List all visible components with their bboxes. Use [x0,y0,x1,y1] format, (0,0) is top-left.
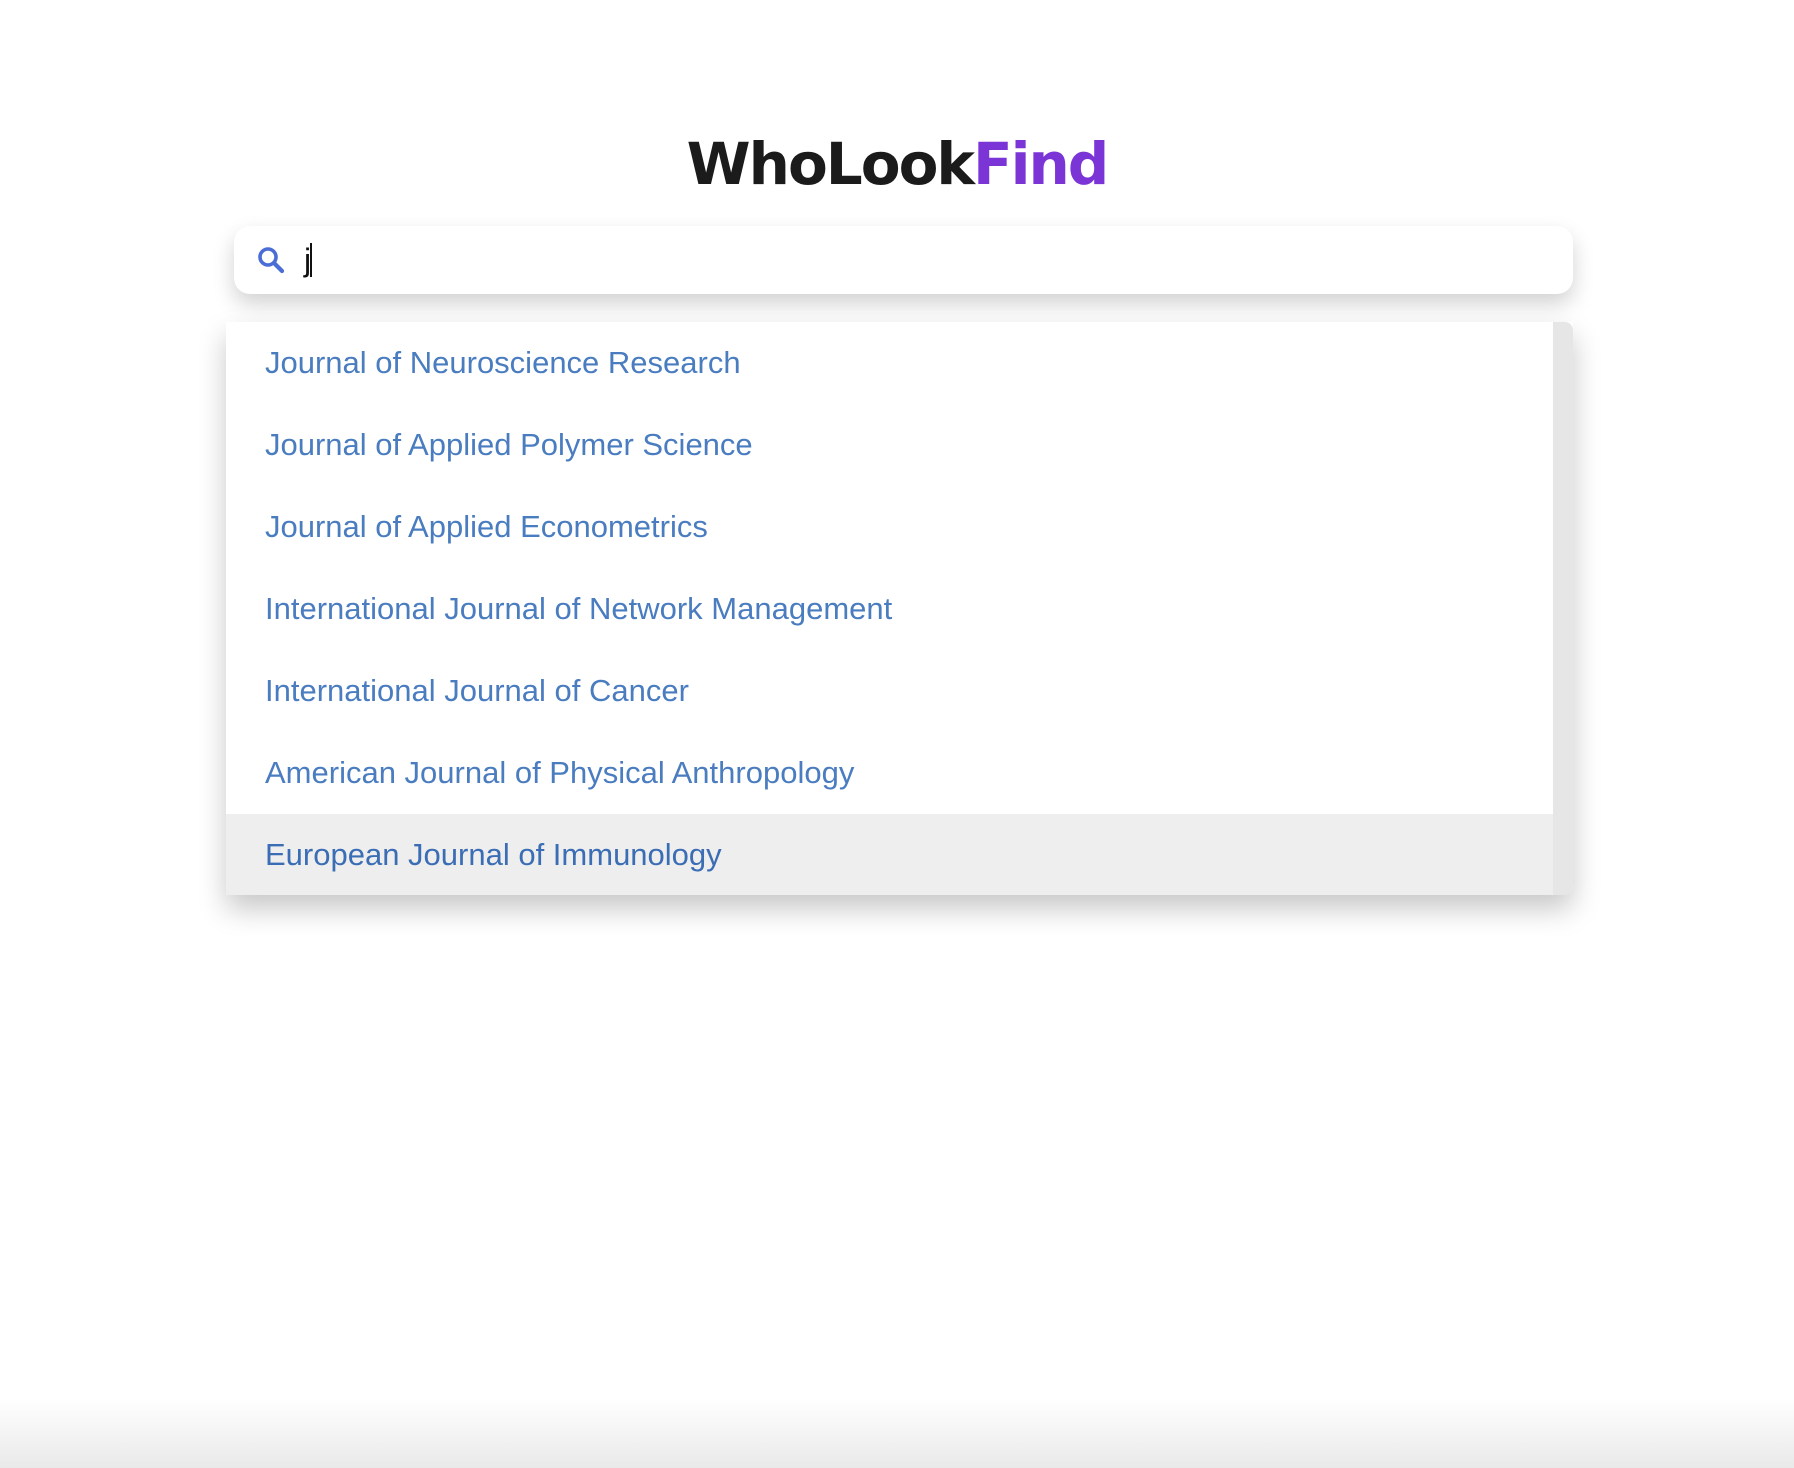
suggestion-label: Journal of Applied Econometrics [265,509,708,544]
search-input[interactable]: j [304,242,1573,279]
page: WhoLookFind j Journal of Neuroscience Re… [0,0,1794,1468]
suggestions-dropdown: Journal of Neuroscience Research Journal… [226,322,1573,895]
logo-text-primary: WhoLook [686,130,975,198]
suggestion-item[interactable]: Journal of Applied Polymer Science [226,404,1553,486]
suggestion-item[interactable]: International Journal of Cancer [226,650,1553,732]
suggestion-item[interactable]: Journal of Applied Econometrics [226,486,1553,568]
search-bar[interactable]: j [234,226,1573,294]
suggestion-label: International Journal of Cancer [265,673,689,708]
suggestion-item[interactable]: American Journal of Physical Anthropolog… [226,732,1553,814]
search-icon[interactable] [256,245,286,275]
logo: WhoLookFind [0,128,1794,200]
suggestions-list: Journal of Neuroscience Research Journal… [226,322,1553,895]
text-caret [310,243,313,277]
suggestion-label: Journal of Applied Polymer Science [265,427,753,462]
suggestion-item[interactable]: Journal of Neuroscience Research [226,322,1553,404]
logo-text-accent: Find [973,130,1109,198]
dropdown-scrollbar[interactable] [1553,322,1573,895]
suggestion-label: Journal of Neuroscience Research [265,345,741,380]
suggestion-label: American Journal of Physical Anthropolog… [265,755,855,790]
suggestion-label: International Journal of Network Managem… [265,591,893,626]
bottom-fade [0,1398,1794,1468]
suggestion-label: European Journal of Immunology [265,837,722,872]
suggestion-item[interactable]: International Journal of Network Managem… [226,568,1553,650]
suggestion-item-highlighted[interactable]: European Journal of Immunology [226,814,1553,895]
